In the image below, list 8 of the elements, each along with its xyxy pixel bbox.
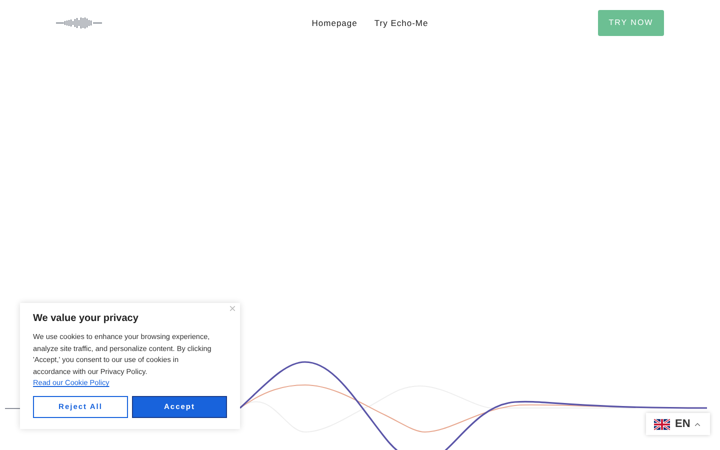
- flag-icon: [654, 418, 670, 430]
- caret-icon: [695, 422, 700, 426]
- language-code: EN: [675, 416, 690, 432]
- nav-link[interactable]: Homepage: [312, 16, 358, 30]
- logo-icon[interactable]: [56, 17, 102, 29]
- language-switcher[interactable]: EN: [646, 413, 710, 435]
- nav-link[interactable]: Try Echo-Me: [374, 16, 428, 30]
- cookie-title: We value your privacy: [33, 313, 140, 325]
